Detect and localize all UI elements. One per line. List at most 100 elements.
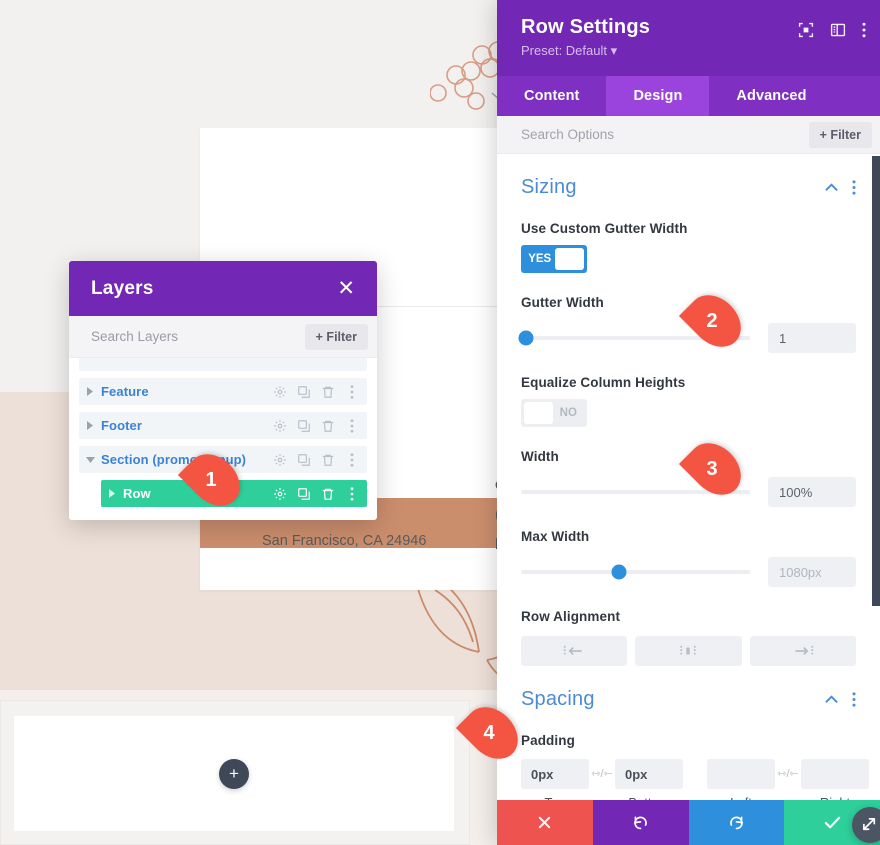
layer-row-actions: [272, 384, 359, 399]
tab-advanced[interactable]: Advanced: [709, 76, 833, 116]
options-filter-button[interactable]: + Filter: [808, 121, 872, 148]
more-options-icon[interactable]: [344, 486, 359, 501]
padding-top-input[interactable]: 0px: [521, 759, 589, 789]
width-control: 100%: [521, 477, 856, 507]
trash-icon[interactable]: [320, 452, 335, 467]
focus-target-icon[interactable]: [798, 22, 814, 38]
row-alignment-controls: [521, 636, 856, 666]
more-options-icon[interactable]: [344, 384, 359, 399]
width-label: Width: [521, 449, 559, 464]
width-slider[interactable]: [521, 490, 750, 494]
layer-row-label: Footer: [101, 418, 143, 433]
chevron-up-icon[interactable]: [825, 183, 838, 192]
preset-label: Preset: Default: [521, 43, 607, 58]
add-section-inner: +: [14, 716, 454, 831]
duplicate-icon[interactable]: [296, 452, 311, 467]
layer-row-actions: [272, 452, 359, 467]
sizing-section-header: Sizing: [521, 154, 856, 199]
panel-layout-icon[interactable]: [830, 22, 846, 38]
toggle-knob: [524, 402, 553, 424]
trash-icon[interactable]: [320, 418, 335, 433]
layers-search-row: Search Layers + Filter: [69, 316, 377, 358]
gutter-width-slider-handle[interactable]: [518, 330, 534, 346]
divi-visual-builder-screen: 1000 San Francisco, CA 24946 c (1 h + La…: [0, 0, 880, 845]
layer-row-label: Row: [123, 486, 151, 501]
duplicate-icon[interactable]: [296, 486, 311, 501]
gear-icon[interactable]: [272, 452, 287, 467]
close-icon[interactable]: ✕: [332, 275, 360, 302]
expand-arrow-icon[interactable]: [101, 489, 123, 498]
row-settings-tabs: Content Design Advanced: [497, 76, 880, 116]
row-alignment-label: Row Alignment: [521, 609, 621, 624]
expand-arrow-icon[interactable]: [79, 421, 101, 430]
search-layers-input[interactable]: Search Layers: [91, 329, 178, 344]
align-left-button[interactable]: [521, 636, 628, 666]
use-custom-gutter-width-toggle[interactable]: YES: [521, 245, 587, 273]
link-horizontal-icon[interactable]: ⇿/⇽: [775, 767, 801, 780]
spacing-section-tools: [825, 692, 856, 707]
spacing-section-title: Spacing: [521, 688, 595, 710]
preset-selector[interactable]: Preset: Default ▾: [521, 43, 863, 59]
row-settings-panel: Row Settings Preset: Default ▾ Content D…: [497, 0, 880, 845]
max-width-label: Max Width: [521, 529, 590, 544]
equalize-column-heights-toggle[interactable]: NO: [521, 399, 587, 427]
gear-icon[interactable]: [272, 418, 287, 433]
search-options-input[interactable]: Search Options: [521, 127, 614, 142]
gutter-width-slider[interactable]: [518, 330, 750, 346]
more-options-icon[interactable]: [344, 452, 359, 467]
collapse-arrow-icon[interactable]: [79, 456, 101, 464]
layer-row-actions: [272, 486, 359, 501]
address-line-2: San Francisco, CA 24946: [262, 533, 427, 549]
max-width-slider-handle[interactable]: [611, 564, 627, 580]
layer-row-footer[interactable]: Footer: [79, 412, 367, 439]
layer-row-actions: [272, 418, 359, 433]
resize-panel-handle[interactable]: [852, 807, 880, 843]
layer-row-partial[interactable]: [79, 358, 367, 371]
sizing-section-tools: [825, 180, 856, 195]
duplicate-icon[interactable]: [296, 384, 311, 399]
toggle-value-label: YES: [528, 253, 552, 265]
tab-design[interactable]: Design: [606, 76, 710, 116]
layer-row-row[interactable]: Row: [101, 480, 367, 507]
padding-right-input[interactable]: [801, 759, 869, 789]
max-width-input[interactable]: 1080px: [768, 557, 856, 587]
more-options-icon[interactable]: [344, 418, 359, 433]
padding-left-input[interactable]: [707, 759, 775, 789]
align-center-button[interactable]: [635, 636, 742, 666]
gutter-width-input[interactable]: 1: [768, 323, 856, 353]
more-options-icon[interactable]: [852, 180, 856, 195]
layers-panel-header: Layers ✕: [69, 261, 377, 316]
trash-icon[interactable]: [320, 486, 335, 501]
more-options-icon[interactable]: [862, 22, 866, 38]
max-width-slider[interactable]: [521, 564, 750, 580]
gear-icon[interactable]: [272, 486, 287, 501]
layers-panel-title: Layers: [91, 277, 154, 299]
more-options-icon[interactable]: [852, 692, 856, 707]
add-section-button[interactable]: +: [219, 758, 249, 789]
toggle-knob: [555, 248, 584, 270]
chevron-up-icon[interactable]: [825, 695, 838, 704]
trash-icon[interactable]: [320, 384, 335, 399]
equalize-column-heights-label: Equalize Column Heights: [521, 375, 686, 390]
link-vertical-icon[interactable]: ⇿/⇽: [589, 767, 615, 780]
tab-content[interactable]: Content: [497, 76, 606, 116]
padding-bottom-input[interactable]: 0px: [615, 759, 683, 789]
add-section-area: +: [0, 700, 470, 845]
row-settings-scrollbar[interactable]: [872, 156, 880, 606]
width-input[interactable]: 100%: [768, 477, 856, 507]
gear-icon[interactable]: [272, 384, 287, 399]
undo-button[interactable]: [592, 800, 689, 845]
redo-button[interactable]: [688, 800, 785, 845]
layer-row-section-promo-popup[interactable]: Section (promo popup): [79, 446, 367, 473]
expand-arrow-icon[interactable]: [79, 387, 101, 396]
duplicate-icon[interactable]: [296, 418, 311, 433]
align-right-button[interactable]: [749, 636, 856, 666]
chevron-down-icon: ▾: [610, 43, 618, 58]
toggle-value-label: NO: [559, 407, 577, 419]
row-settings-header: Row Settings Preset: Default ▾: [497, 0, 880, 76]
layers-list[interactable]: Feature Footer Section (promo popup) Row: [69, 358, 377, 520]
layer-row-feature[interactable]: Feature: [79, 378, 367, 405]
cancel-button[interactable]: [497, 800, 593, 845]
padding-label: Padding: [521, 733, 575, 748]
layers-filter-button[interactable]: + Filter: [304, 323, 368, 350]
